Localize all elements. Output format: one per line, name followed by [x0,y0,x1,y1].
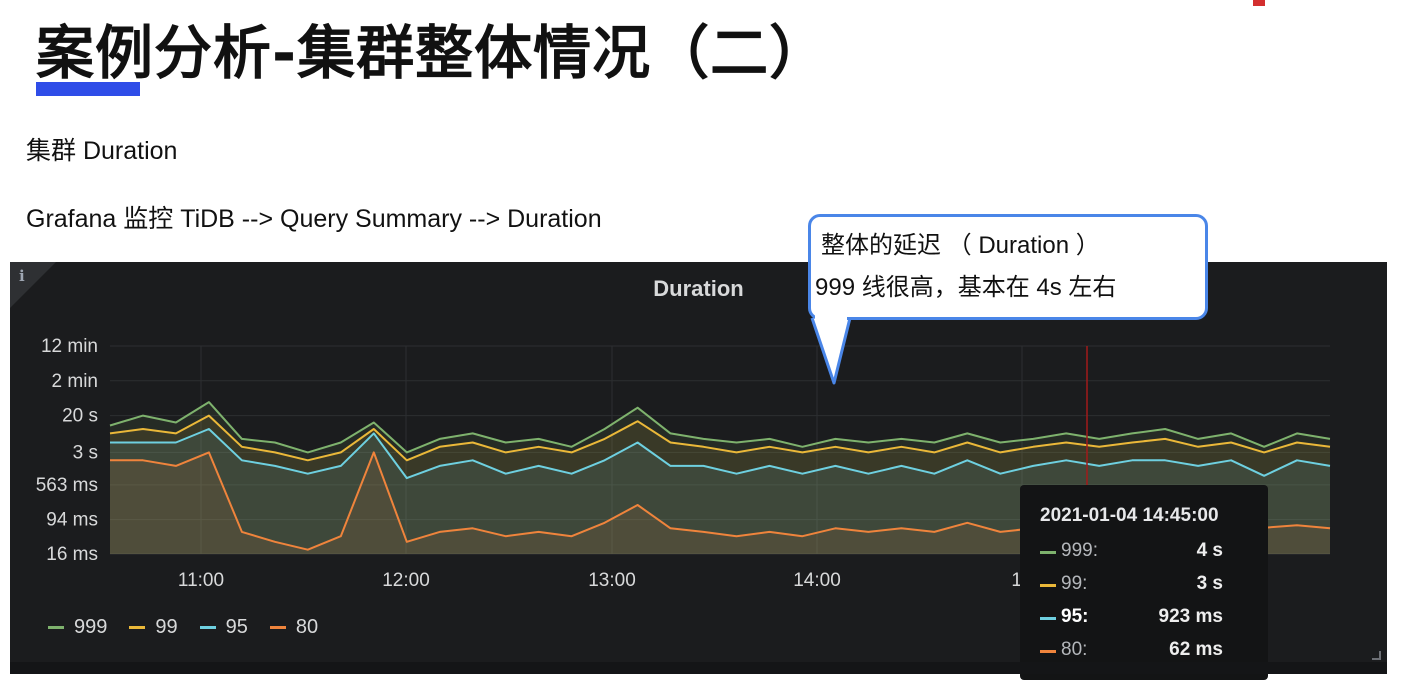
legend-item-80[interactable]: 80 [269,616,319,639]
tooltip-time: 2021-01-04 14:45:00 [1040,505,1219,526]
swatch-95 [1040,617,1056,620]
tooltip-row-95: 95: 923 ms [1040,606,1256,632]
tooltip-series-name: 95: [1061,606,1089,627]
callout-box: 整体的延迟 （ Duration ） 999 线很高，基本在 4s 左右 [808,214,1208,320]
tooltip-series-value: 923 ms [1158,606,1223,627]
subtitle: 集群 Duration [26,137,178,165]
legend-item-95[interactable]: 95 [199,616,248,639]
x-tick-label: 13:00 [588,570,636,591]
legend-label: 999 [74,616,108,638]
legend-label: 99 [155,616,178,638]
panel-footer [10,662,1387,674]
callout-line-2: 999 线很高，基本在 4s 左右 [815,274,1117,301]
tooltip-series-name: 999: [1061,540,1098,561]
swatch-80 [1040,650,1056,653]
legend-label: 95 [225,616,248,638]
tooltip-row-99: 99: 3 s [1040,573,1256,599]
y-tick-label: 20 s [62,406,98,427]
navigation-path: Grafana 监控 TiDB --> Query Summary --> Du… [26,205,602,233]
tooltip-series-name: 99: [1061,573,1088,594]
tooltip-series-name: 80: [1061,639,1088,660]
hover-tooltip: 2021-01-04 14:45:00 999: 4 s 99: 3 s 95:… [1020,485,1268,680]
legend-swatch [269,626,286,629]
legend-swatch [129,626,146,629]
y-tick-label: 16 ms [46,544,98,565]
swatch-999 [1040,551,1056,554]
slide-title: 案例分析-集群整体情况（二） [36,19,829,87]
x-tick-label: 11:00 [178,570,224,591]
legend-label: 80 [295,616,319,638]
legend-item-999[interactable]: 999 [48,616,107,639]
callout-line-1: 整体的延迟 （ Duration ） [821,232,1100,259]
tooltip-series-value: 3 s [1196,573,1223,594]
y-tick-label: 563 ms [36,475,98,496]
legend-swatch [199,626,216,629]
legend-swatch [48,626,64,629]
y-tick-label: 2 min [52,371,98,392]
chart-legend: 999 99 95 80 [48,616,318,639]
y-tick-label: 12 min [41,336,98,357]
y-tick-label: 3 s [73,442,98,463]
legend-item-99[interactable]: 99 [129,616,178,639]
resize-handle[interactable] [1372,651,1381,660]
corner-logo [1250,0,1410,8]
swatch-99 [1040,584,1056,587]
x-tick-label: 14:00 [793,570,841,591]
tooltip-series-value: 4 s [1196,540,1223,561]
title-underline [36,82,140,96]
tooltip-series-value: 62 ms [1169,639,1223,660]
y-tick-label: 94 ms [46,510,98,531]
x-tick-label: 12:00 [382,570,430,591]
grafana-panel: i Duration 12 min 2 min 20 s3 s 563 ms 94 ms… [10,262,1387,680]
tooltip-row-999: 999: 4 s [1040,540,1256,566]
